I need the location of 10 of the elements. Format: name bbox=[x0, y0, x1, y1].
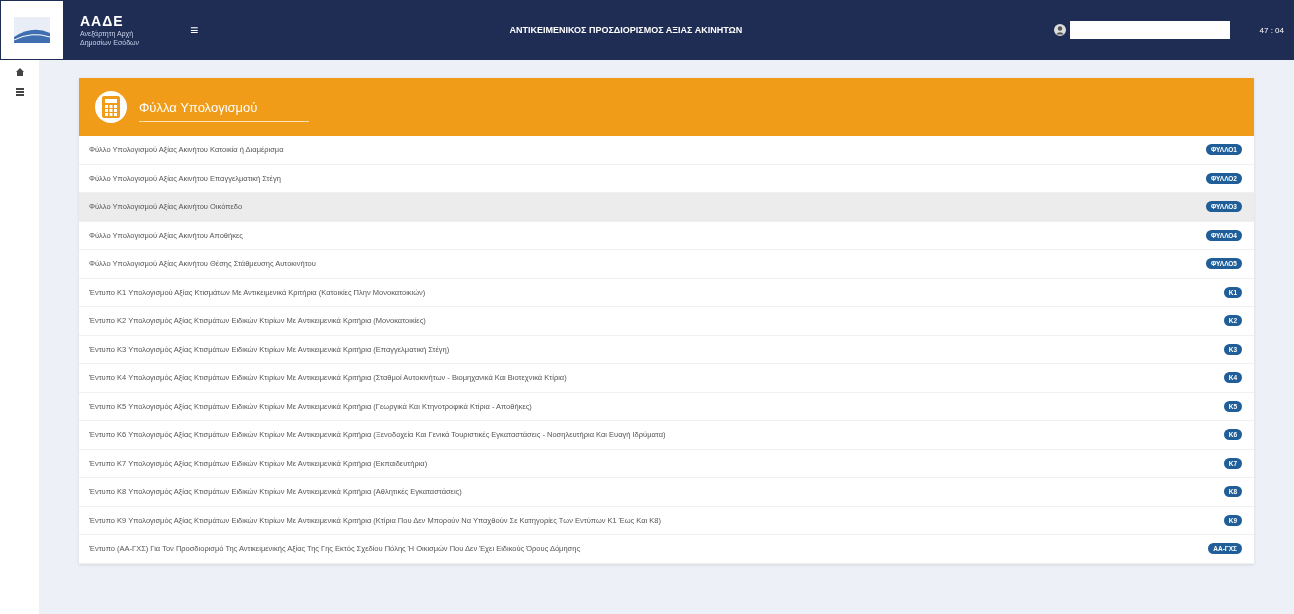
logo-title: ΑΑΔΕ bbox=[80, 12, 125, 29]
home-icon[interactable] bbox=[15, 68, 24, 76]
menu-button[interactable]: ≡ bbox=[190, 22, 199, 38]
card-title: Φύλλα Υπολογισμού bbox=[139, 100, 309, 122]
calculator-icon bbox=[95, 91, 127, 123]
user-field[interactable] bbox=[1069, 21, 1230, 39]
session-timer: 47 : 04 bbox=[1259, 25, 1284, 35]
user-icon[interactable] bbox=[1053, 24, 1066, 36]
page-title: ΑΝΤΙΚΕΙΜΕΝΙΚΟΣ ΠΡΟΣΔΙΟΡΙΣΜΟΣ ΑΞΙΑΣ ΑΚΙΝΗΤΩΝ bbox=[508, 25, 744, 35]
list-icon[interactable] bbox=[15, 88, 24, 96]
